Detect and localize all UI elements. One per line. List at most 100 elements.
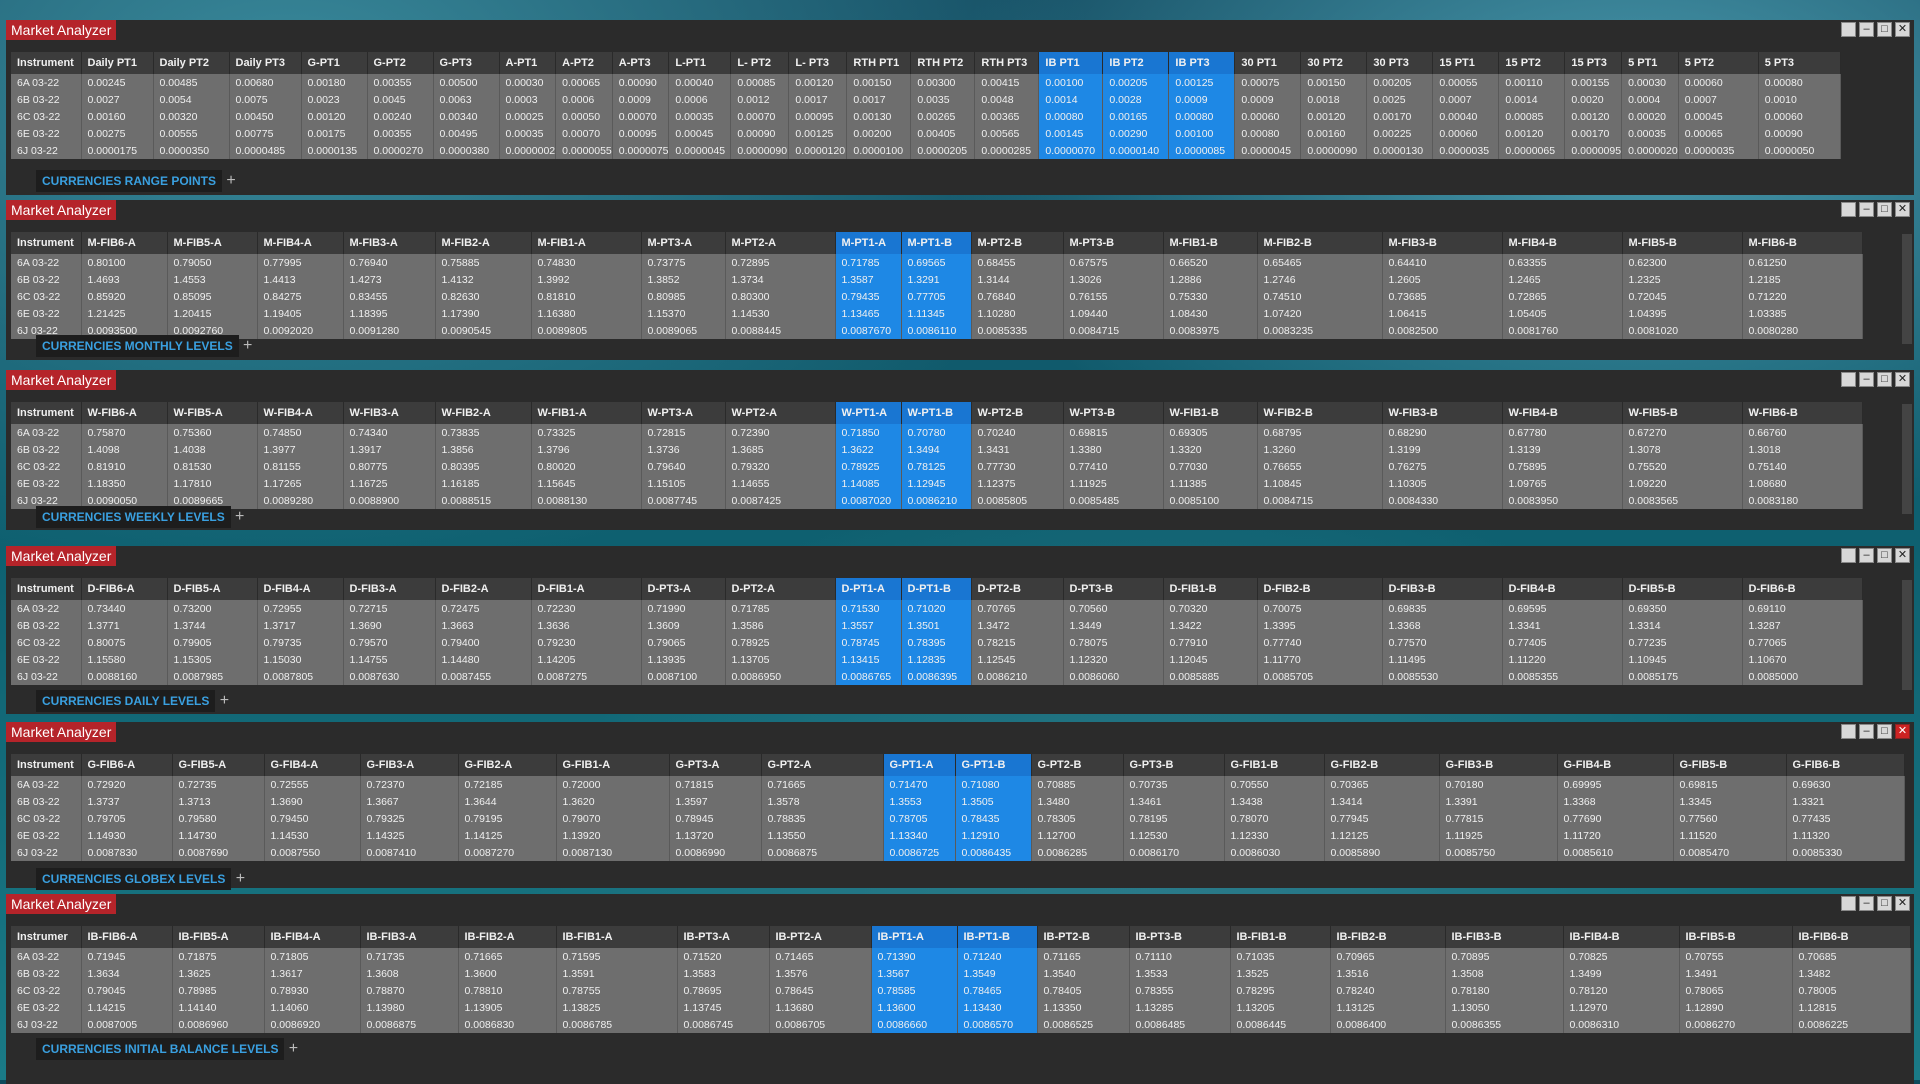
instrument-cell[interactable]: 6B 03-22 [11,793,82,810]
column-header[interactable]: D-FIB3-B [1382,578,1503,600]
value-cell[interactable]: 0.0083975 [1163,322,1258,339]
value-cell[interactable]: 0.0086765 [835,668,902,685]
value-cell[interactable]: 0.79580 [172,810,265,827]
value-cell[interactable]: 0.70765 [971,600,1064,617]
value-cell[interactable]: 1.3438 [1224,793,1325,810]
value-cell[interactable]: 0.79640 [641,458,726,475]
value-cell[interactable]: 1.13705 [725,651,836,668]
value-cell[interactable]: 0.00565 [974,125,1040,142]
value-cell[interactable]: 0.00060 [1758,108,1841,125]
column-header[interactable]: D-PT3-B [1063,578,1164,600]
value-cell[interactable]: 0.0088160 [81,668,168,685]
table-row[interactable]: 6J 03-22 0.0087830 0.0087690 0.0087550 0.008… [11,844,1905,861]
value-cell[interactable]: 1.2746 [1257,271,1383,288]
value-cell[interactable]: 0.0018 [1300,91,1368,108]
value-cell[interactable]: 1.12945 [901,475,972,492]
instrument-cell[interactable]: 6B 03-22 [11,91,82,108]
restore-icon[interactable] [1841,724,1856,739]
column-header[interactable]: D-FIB1-B [1163,578,1258,600]
value-cell[interactable]: 0.77945 [1324,810,1440,827]
value-cell[interactable]: 0.70180 [1439,776,1558,793]
instrument-cell[interactable]: 6A 03-22 [11,600,82,617]
instrument-cell[interactable]: 6C 03-22 [11,108,82,125]
value-cell[interactable]: 0.0086060 [1063,668,1164,685]
table-row[interactable]: 6C 03-22 0.81910 0.81530 0.81155 0.80775 0.80… [11,458,1863,475]
column-header[interactable]: M-FIB2-B [1257,232,1383,254]
value-cell[interactable]: 1.07420 [1257,305,1383,322]
value-cell[interactable]: 0.74340 [343,424,436,441]
value-cell[interactable]: 1.13600 [871,999,958,1016]
value-cell[interactable]: 0.79065 [641,634,726,651]
value-cell[interactable]: 0.0085890 [1324,844,1440,861]
value-cell[interactable]: 0.0088445 [725,322,836,339]
instrument-cell[interactable]: 6C 03-22 [11,634,82,651]
value-cell[interactable]: 1.3144 [971,271,1064,288]
value-cell[interactable]: 1.14140 [172,999,265,1016]
value-cell[interactable]: 0.0000485 [229,142,302,159]
value-cell[interactable]: 1.09440 [1063,305,1164,322]
value-cell[interactable]: 0.0085885 [1163,668,1258,685]
add-tab-icon[interactable]: + [231,868,249,890]
value-cell[interactable]: 1.12530 [1123,827,1225,844]
value-cell[interactable]: 1.3314 [1622,617,1743,634]
value-cell[interactable]: 0.78695 [677,982,770,999]
value-cell[interactable]: 0.75870 [81,424,168,441]
column-header[interactable]: G-PT1-B [955,754,1032,776]
value-cell[interactable]: 0.80100 [81,254,168,271]
value-cell[interactable]: 0.0088900 [343,492,436,509]
value-cell[interactable]: 0.72555 [264,776,361,793]
value-cell[interactable]: 0.70755 [1679,948,1793,965]
value-cell[interactable]: 0.70965 [1330,948,1446,965]
column-header[interactable]: W-FIB6-B [1742,402,1863,424]
value-cell[interactable]: 0.00170 [1366,108,1434,125]
column-header[interactable]: G-PT1 [301,52,368,74]
value-cell[interactable]: 0.0086960 [172,1016,265,1033]
value-cell[interactable]: 1.3260 [1257,441,1383,458]
column-header[interactable]: D-FIB6-A [81,578,168,600]
value-cell[interactable]: 0.78005 [1792,982,1911,999]
value-cell[interactable]: 0.78075 [1063,634,1164,651]
column-header[interactable]: M-PT3-A [641,232,726,254]
value-cell[interactable]: 0.0087745 [641,492,726,509]
value-cell[interactable]: 0.77560 [1673,810,1787,827]
value-cell[interactable]: 1.12125 [1324,827,1440,844]
value-cell[interactable]: 0.78755 [556,982,678,999]
value-cell[interactable]: 1.3482 [1792,965,1911,982]
column-header[interactable]: G-PT3-B [1123,754,1225,776]
value-cell[interactable]: 1.13745 [677,999,770,1016]
value-cell[interactable]: 0.78645 [769,982,872,999]
value-cell[interactable]: 0.78180 [1445,982,1564,999]
value-cell[interactable]: 0.78355 [1129,982,1231,999]
value-cell[interactable]: 0.00225 [1366,125,1434,142]
column-header[interactable]: M-FIB5-A [167,232,258,254]
value-cell[interactable]: 0.67270 [1622,424,1743,441]
value-cell[interactable]: 0.78745 [835,634,902,651]
value-cell[interactable]: 0.0000035 [1678,142,1759,159]
value-cell[interactable]: 0.81530 [167,458,258,475]
value-cell[interactable]: 1.3625 [172,965,265,982]
value-cell[interactable]: 0.71520 [677,948,770,965]
table-row[interactable]: 6B 03-22 1.3737 1.3713 1.3690 1.3667 1.3644 1.… [11,793,1905,810]
column-header[interactable]: M-FIB4-B [1502,232,1623,254]
table-row[interactable]: 6B 03-22 0.0027 0.0054 0.0075 0.0023 0.0045 0.… [11,91,1841,108]
value-cell[interactable]: 0.71735 [360,948,459,965]
column-header[interactable]: Instrument [11,578,82,600]
value-cell[interactable]: 0.71875 [172,948,265,965]
value-cell[interactable]: 0.0009 [612,91,670,108]
value-cell[interactable]: 0.0086785 [556,1016,678,1033]
value-cell[interactable]: 0.70780 [901,424,972,441]
value-cell[interactable]: 0.70885 [1031,776,1124,793]
value-cell[interactable]: 1.3553 [883,793,956,810]
value-cell[interactable]: 0.75520 [1622,458,1743,475]
value-cell[interactable]: 0.78120 [1563,982,1680,999]
column-header[interactable]: 5 PT2 [1678,52,1759,74]
value-cell[interactable]: 0.76840 [971,288,1064,305]
value-cell[interactable]: 1.4413 [257,271,344,288]
column-header[interactable]: D-PT2-A [725,578,836,600]
column-header[interactable]: IB-PT3-A [677,926,770,948]
table-row[interactable]: 6B 03-22 1.3634 1.3625 1.3617 1.3608 1.3600 1.… [11,965,1911,982]
value-cell[interactable]: 0.00160 [1300,125,1368,142]
column-header[interactable]: Daily PT2 [153,52,230,74]
value-cell[interactable]: 0.73835 [435,424,532,441]
value-cell[interactable]: 1.16185 [435,475,532,492]
